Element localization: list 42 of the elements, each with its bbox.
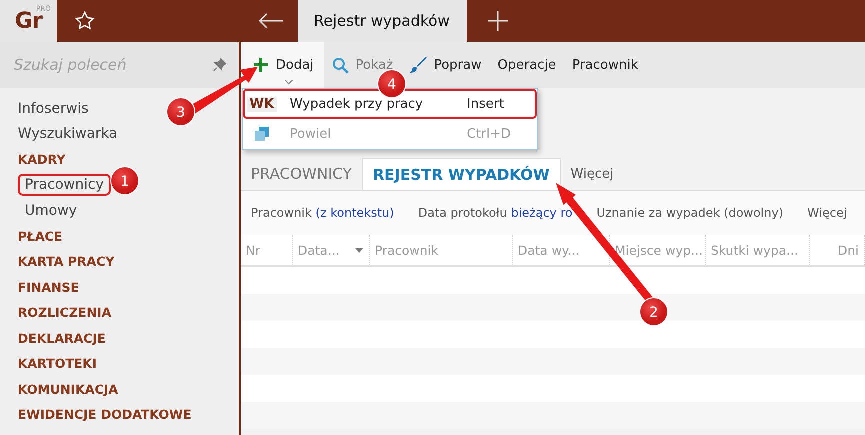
sidebar-item[interactable]: KARTA PRACY xyxy=(13,253,120,270)
wk-badge: WK xyxy=(247,96,277,112)
view-tab[interactable]: REJESTR WYPADKÓW xyxy=(362,158,561,190)
plus-icon[interactable] xyxy=(487,10,509,32)
pin-icon[interactable] xyxy=(213,58,227,72)
sidebar-item[interactable]: KADRY xyxy=(13,151,71,168)
sidebar-item[interactable]: Umowy xyxy=(20,202,82,220)
table-row[interactable] xyxy=(241,294,865,321)
caret-icon xyxy=(285,80,293,85)
annotation-badge: 2 xyxy=(640,298,668,326)
sidebar-item[interactable]: PŁACE xyxy=(13,228,68,245)
sidebar-item[interactable]: ROZLICZENIA xyxy=(13,304,116,322)
toolbar-button[interactable]: Pracownik xyxy=(564,42,646,88)
star-icon[interactable] xyxy=(75,11,95,31)
brush-icon xyxy=(409,56,428,74)
filter[interactable]: Pracownik (z kontekstu) xyxy=(251,206,394,220)
sidebar-item[interactable]: DEKLARACJE xyxy=(13,330,111,347)
sidebar-item[interactable]: Pracownicy xyxy=(20,176,109,194)
back-arrow-icon[interactable] xyxy=(258,13,284,29)
search-input[interactable]: Szukaj poleceń xyxy=(14,56,207,74)
sidebar-item[interactable]: EWIDENCJE DODATKOWE xyxy=(13,406,197,424)
plus-icon xyxy=(253,57,269,73)
copy-icon xyxy=(254,126,270,142)
tab[interactable]: Rejestr wypadków xyxy=(298,0,467,42)
view-tab[interactable]: Więcej xyxy=(560,158,624,190)
view-tab[interactable]: PRACOWNICY xyxy=(241,158,362,190)
toolbar-button[interactable]: Operacje xyxy=(490,42,564,88)
sidebar-item[interactable]: Wyszukiwarka xyxy=(13,125,123,144)
sidebar-item[interactable]: FINANSE xyxy=(13,278,84,296)
sidebar-item[interactable]: Infoserwis xyxy=(13,100,94,118)
sort-icon[interactable] xyxy=(355,248,364,252)
sidebar-item[interactable]: KARTOTEKI xyxy=(13,355,102,372)
search-field[interactable]: Szukaj poleceń xyxy=(0,42,239,88)
toolbar-button[interactable]: Dodaj xyxy=(241,42,324,88)
filter[interactable]: Uznanie za wypadek (dowolny) xyxy=(596,206,784,220)
search-icon xyxy=(332,56,349,74)
annotation-badge: 1 xyxy=(110,166,140,196)
filter[interactable]: Data protokołu bieżący ro xyxy=(418,206,573,220)
filter[interactable]: Więcej xyxy=(808,206,848,220)
annotation-badge: 3 xyxy=(166,98,196,126)
annotation-badge: 4 xyxy=(378,70,406,98)
sidebar-item[interactable]: KOMUNIKACJA xyxy=(13,380,124,398)
